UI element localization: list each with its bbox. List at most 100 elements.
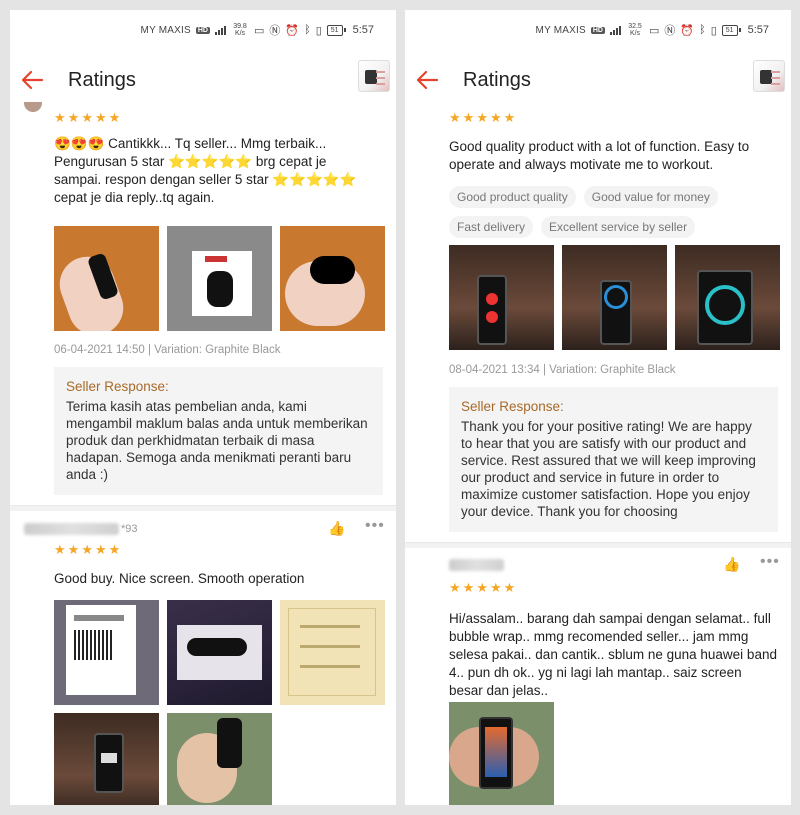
more-icon[interactable]: ••• xyxy=(760,553,780,571)
review-text: Good buy. Nice screen. Smooth operation xyxy=(54,571,305,586)
reviews-list[interactable]: ★ ★ ★ ★ ★ 😍😍😍 Cantikkk... Tq seller... Mmg t… xyxy=(10,102,396,805)
star-icon: ★ xyxy=(108,542,121,557)
seller-response-text: Thank you for your positive rating! We a… xyxy=(461,419,756,519)
alarm-icon: ⏰ xyxy=(285,24,300,37)
review-photo[interactable] xyxy=(280,600,385,705)
product-thumbnail[interactable] xyxy=(358,60,390,92)
review-photos xyxy=(449,702,554,805)
star-icon: ★ xyxy=(462,580,475,595)
divider xyxy=(10,505,396,511)
hd-badge: HD xyxy=(590,26,605,34)
nfc-icon: Ⓝ xyxy=(269,25,281,37)
star-icon: ★ xyxy=(94,542,107,557)
screenshot-left: MY MAXIS HD 39.8 K/s ▭ Ⓝ ⏰ ᛒ ▯ 51 5:57 Ra… xyxy=(10,10,396,805)
star-icon: ★ xyxy=(449,110,461,125)
carrier-label: MY MAXIS xyxy=(535,24,586,36)
review-photos xyxy=(54,226,394,331)
app-bar: Ratings xyxy=(405,54,791,106)
review-text: Good quality product with a lot of funct… xyxy=(449,139,750,172)
network-speed: 32.5 K/s xyxy=(628,23,642,37)
rating-stars: ★ ★ ★ ★ ★ xyxy=(54,110,120,126)
star-icon: ★ xyxy=(81,110,93,125)
battery-icon: 51 xyxy=(721,24,741,36)
bluetooth-icon: ᛒ xyxy=(304,24,311,36)
seller-response-title: Seller Response: xyxy=(66,379,169,394)
status-bar: MY MAXIS HD 39.8 K/s ▭ Ⓝ ⏰ ᛒ ▯ 51 5:57 xyxy=(10,10,396,50)
rating-stars: ★ ★ ★ ★ ★ xyxy=(54,542,120,558)
star-icon: ★ xyxy=(108,110,121,125)
review-photo[interactable] xyxy=(167,713,272,805)
thumbs-up-icon[interactable]: 👍 xyxy=(328,520,345,537)
clock: 5:57 xyxy=(352,24,374,36)
status-bar: MY MAXIS HD 32.5 K/s ▭ Ⓝ ⏰ ᛒ ▯ 51 5:57 xyxy=(405,10,791,50)
star-icon: ★ xyxy=(476,110,488,125)
alarm-icon: ⏰ xyxy=(680,24,695,37)
tag-good-value: Good value for money xyxy=(583,186,718,208)
reviews-list[interactable]: ★ ★ ★ ★ ★ Good quality product with a lot of… xyxy=(405,102,791,805)
divider xyxy=(405,542,791,548)
star-icon: ★ xyxy=(462,110,475,125)
reviewer-name xyxy=(449,552,504,578)
star-icon: ★ xyxy=(54,542,66,557)
cast-icon: ▭ xyxy=(254,24,265,37)
review-photo[interactable] xyxy=(167,226,272,331)
review-photo[interactable] xyxy=(54,600,159,705)
review-photo[interactable] xyxy=(54,713,159,805)
star-icon: ★ xyxy=(449,580,461,595)
tag-good-product-quality: Good product quality xyxy=(449,186,576,208)
arrow-left-icon xyxy=(21,70,44,90)
review-meta: 06-04-2021 14:50 | Variation: Graphite B… xyxy=(54,344,281,356)
arrow-left-icon xyxy=(416,70,439,90)
back-button[interactable] xyxy=(20,60,68,100)
star-icon: ★ xyxy=(67,110,80,125)
star-icon: ★ xyxy=(503,110,516,125)
review-photo[interactable] xyxy=(54,226,159,331)
nfc-icon: Ⓝ xyxy=(664,25,676,37)
review-photos xyxy=(54,600,394,805)
rating-stars: ★ ★ ★ ★ ★ xyxy=(449,580,515,596)
review-tags: Good product quality Good value for mone… xyxy=(449,186,749,238)
vibrate-icon: ▯ xyxy=(315,24,322,37)
cast-icon: ▭ xyxy=(649,24,660,37)
app-bar: Ratings xyxy=(10,54,396,106)
bluetooth-icon: ᛒ xyxy=(699,24,706,36)
avatar xyxy=(24,102,42,112)
review-photo[interactable] xyxy=(280,226,385,331)
star-icon: ★ xyxy=(503,580,516,595)
review-photos xyxy=(449,245,789,350)
hd-badge: HD xyxy=(195,26,210,34)
screenshot-right: MY MAXIS HD 32.5 K/s ▭ Ⓝ ⏰ ᛒ ▯ 51 5:57 Ra… xyxy=(405,10,791,805)
seller-response-title: Seller Response: xyxy=(461,399,564,414)
more-icon[interactable]: ••• xyxy=(365,517,385,535)
blurred-name xyxy=(449,559,504,571)
star-icon: ★ xyxy=(489,580,502,595)
reviewer-name: *93 xyxy=(24,516,138,542)
seller-response: Seller Response: Terima kasih atas pembe… xyxy=(54,367,383,495)
thumbs-up-icon[interactable]: 👍 xyxy=(723,556,740,573)
product-thumbnail[interactable] xyxy=(753,60,785,92)
star-icon: ★ xyxy=(67,542,80,557)
rating-stars: ★ ★ ★ ★ ★ xyxy=(449,110,515,126)
carrier-label: MY MAXIS xyxy=(140,24,191,36)
star-icon: ★ xyxy=(476,580,488,595)
tag-excellent-service: Excellent service by seller xyxy=(541,216,696,238)
review-photo[interactable] xyxy=(449,702,554,805)
page-title: Ratings xyxy=(463,68,531,91)
review-photo[interactable] xyxy=(675,245,780,350)
back-button[interactable] xyxy=(415,60,463,100)
review-photo[interactable] xyxy=(449,245,554,350)
review-photo[interactable] xyxy=(167,600,272,705)
battery-icon: 51 xyxy=(326,24,346,36)
blurred-name xyxy=(24,523,119,535)
network-speed: 39.8 K/s xyxy=(233,23,247,37)
star-icon: ★ xyxy=(489,110,502,125)
seller-response-text: Terima kasih atas pembelian anda, kami m… xyxy=(66,399,368,482)
signal-icon xyxy=(215,25,226,35)
star-icon: ★ xyxy=(81,542,93,557)
page-title: Ratings xyxy=(68,68,136,91)
vibrate-icon: ▯ xyxy=(710,24,717,37)
review-photo[interactable] xyxy=(562,245,667,350)
review-meta: 08-04-2021 13:34 | Variation: Graphite B… xyxy=(449,364,676,376)
tag-fast-delivery: Fast delivery xyxy=(449,216,534,238)
signal-icon xyxy=(610,25,621,35)
